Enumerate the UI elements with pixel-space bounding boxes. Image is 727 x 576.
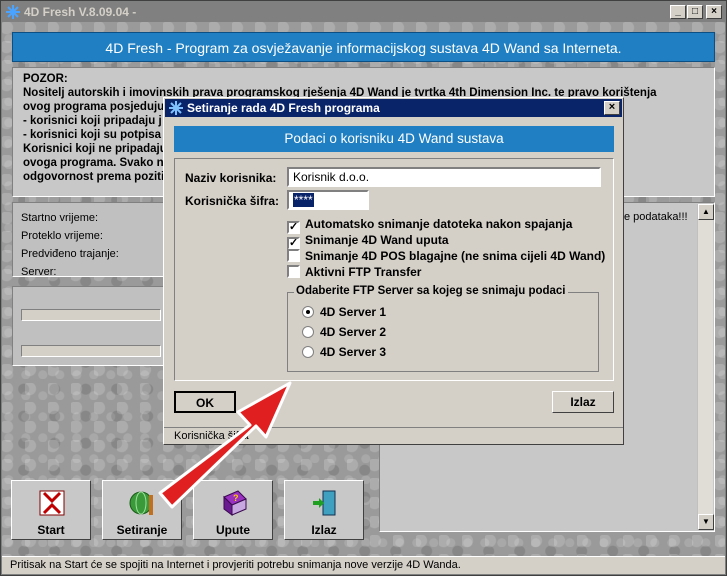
dialog-exit-button[interactable]: Izlaz [552,391,614,413]
close-button[interactable]: × [706,5,722,19]
warning-line: POZOR: [23,73,68,85]
save-pos-label: Snimanje 4D POS blagajne (ne snima cijel… [305,249,606,263]
server-3-radio-dot [302,346,314,358]
ok-button[interactable]: OK [174,391,236,413]
ftp-server-group: Odaberite FTP Server sa kojeg se snimaju… [287,285,599,372]
auto-save-label: Automatsko snimanje datoteka nakon spaja… [305,217,573,231]
progress-bar-1 [21,309,161,321]
settings-dialog: Setiranje rada 4D Fresh programa × Podac… [163,97,624,445]
help-button[interactable]: ? Upute [193,480,273,540]
settings-button[interactable]: Setiranje [102,480,182,540]
scroll-down-icon[interactable]: ▼ [698,514,714,530]
save-pos-check-icon [287,249,300,262]
globe-tools-icon [129,491,153,515]
ftp-server-group-title: Odaberite FTP Server sa kojeg se snimaju… [294,285,568,297]
maximize-button[interactable]: □ [687,5,703,19]
auto-save-checkbox[interactable]: ✓ Automatsko snimanje datoteka nakon spaj… [287,217,572,234]
log-text: e podataka!!! [624,211,688,223]
server-2-label: 4D Server 2 [320,325,387,339]
username-label: Naziv korisnika: [185,171,277,185]
minimize-button[interactable]: _ [670,5,686,19]
log-scrollbar[interactable]: ▲ ▼ [697,204,714,530]
dialog-status-bar: Korisnička šifra [164,427,623,444]
help-button-label: Upute [216,523,250,537]
progress-panel [12,286,167,366]
save-pos-checkbox[interactable]: Snimanje 4D POS blagajne (ne snima cijel… [287,249,605,263]
username-input[interactable]: Korisnik d.o.o. [287,167,601,187]
progress-bar-2 [21,345,161,357]
save-help-checkbox[interactable]: ✓ Snimanje 4D Wand uputa [287,233,449,250]
exit-door-icon [313,490,336,516]
server-2-radio-dot [302,326,314,338]
password-label: Korisnička šifra: [185,194,280,208]
server-3-radio[interactable]: 4D Server 3 [302,345,386,359]
dialog-banner: Podaci o korisniku 4D Wand sustava [174,126,614,152]
start-button[interactable]: Start [11,480,91,540]
dialog-settings-panel: Naziv korisnika: Korisnik d.o.o. Korisni… [174,158,614,381]
password-input[interactable]: **** [287,190,369,210]
dialog-close-button[interactable]: × [604,101,620,115]
start-time-label: Startno vrijeme: [21,212,99,224]
exit-button[interactable]: Izlaz [284,480,364,540]
settings-button-label: Setiranje [116,523,168,537]
app-snowflake-icon [6,5,20,19]
save-help-label: Snimanje 4D Wand uputa [305,233,449,247]
active-ftp-checkbox[interactable]: Aktivni FTP Transfer [287,265,421,279]
scroll-up-icon[interactable]: ▲ [698,204,714,220]
window-title: 4D Fresh V.8.09.04 - [24,5,137,19]
active-ftp-check-icon [287,265,300,278]
dialog-title-bar: Setiranje rada 4D Fresh programa × [165,99,622,117]
status-bar: Pritisak na Start će se spojiti na Inter… [2,556,725,574]
server-1-label: 4D Server 1 [320,305,387,319]
server-label: Server: [21,266,57,278]
main-banner: 4D Fresh - Program za osvježavanje infor… [12,32,715,62]
dialog-snowflake-icon [169,101,183,115]
predicted-time-label: Predviđeno trajanje: [21,248,119,260]
start-button-label: Start [37,523,65,537]
elapsed-time-label: Proteklo vrijeme: [21,230,103,242]
server-1-radio[interactable]: 4D Server 1 [302,305,386,319]
server-2-radio[interactable]: 4D Server 2 [302,325,386,339]
svg-text:?: ? [233,493,239,503]
help-book-icon: ? [223,490,247,516]
password-selection: **** [293,193,314,207]
dialog-title: Setiranje rada 4D Fresh programa [187,101,380,115]
active-ftp-label: Aktivni FTP Transfer [305,265,422,279]
timing-panel: Startno vrijeme: Proteklo vrijeme: Predv… [12,202,167,278]
exit-button-label: Izlaz [311,523,337,537]
server-3-label: 4D Server 3 [320,345,387,359]
start-arrows-icon [39,490,65,516]
title-bar: 4D Fresh V.8.09.04 - _ □ × [2,2,725,22]
server-1-radio-dot [302,306,314,318]
